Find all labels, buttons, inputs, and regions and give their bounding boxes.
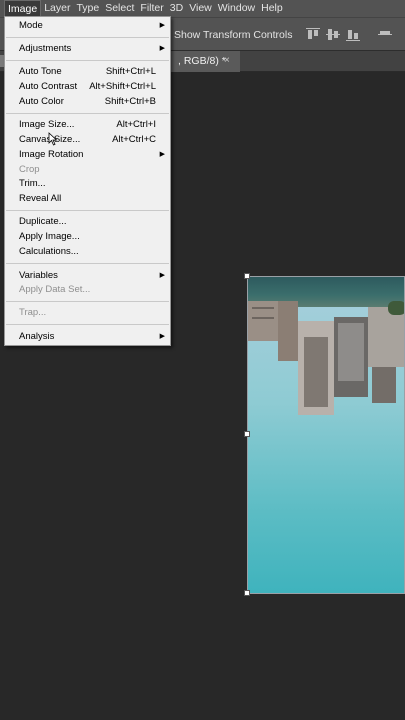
menu-item-label: Duplicate...: [19, 216, 67, 227]
menu-item-crop: Crop: [5, 163, 170, 177]
mouse-cursor-icon: [48, 132, 58, 146]
menu-item-label: Variables: [19, 270, 58, 281]
align-icons-group: [306, 28, 392, 41]
menu-item-shortcut: Alt+Shift+Ctrl+L: [89, 81, 156, 92]
align-bottom-edges-icon[interactable]: [346, 28, 360, 41]
submenu-arrow-icon: ▶: [159, 22, 165, 29]
submenu-arrow-icon: ▶: [159, 272, 165, 279]
menu-item-label: Auto Color: [19, 96, 64, 107]
menu-separator: [6, 324, 169, 325]
menu-item-label: Auto Contrast: [19, 81, 78, 92]
submenu-arrow-icon: ▶: [159, 45, 165, 52]
menu-type[interactable]: Type: [73, 0, 102, 17]
menu-separator: [6, 37, 169, 38]
menu-item-label: Calculations...: [19, 246, 79, 257]
menu-item-label: Apply Image...: [19, 231, 80, 242]
menu-item-shortcut: Alt+Ctrl+I: [116, 119, 156, 130]
menu-separator: [6, 60, 169, 61]
menu-layer[interactable]: Layer: [41, 0, 73, 17]
menu-item-trim[interactable]: Trim...: [5, 177, 170, 191]
menu-item-label: Analysis: [19, 331, 55, 342]
building-shape: [252, 317, 274, 319]
menu-item-auto-tone[interactable]: Auto Tone Shift+Ctrl+L: [5, 65, 170, 79]
menu-item-trap: Trap...: [5, 306, 170, 320]
transform-handle[interactable]: [244, 273, 250, 279]
menu-view[interactable]: View: [186, 0, 215, 17]
menu-item-mode[interactable]: Mode ▶: [5, 19, 170, 33]
menu-separator: [6, 301, 169, 302]
menu-help[interactable]: Help: [258, 0, 286, 17]
transform-handle[interactable]: [244, 431, 250, 437]
menu-item-label: Adjustments: [19, 43, 72, 54]
menu-select[interactable]: Select: [102, 0, 137, 17]
menu-item-image-rotation[interactable]: Image Rotation ▶: [5, 148, 170, 162]
menu-item-shortcut: Alt+Ctrl+C: [112, 134, 156, 145]
building-shape: [372, 367, 396, 403]
menu-item-calculations[interactable]: Calculations...: [5, 245, 170, 259]
menu-item-apply-image[interactable]: Apply Image...: [5, 230, 170, 244]
menu-item-label: Image Size...: [19, 119, 75, 130]
menu-item-label: Mode: [19, 20, 43, 31]
menu-item-apply-data-set: Apply Data Set...: [5, 283, 170, 297]
building-shape: [304, 337, 328, 407]
menu-item-reveal-all[interactable]: Reveal All: [5, 192, 170, 206]
show-transform-controls-label[interactable]: Show Transform Controls: [174, 29, 292, 41]
building-shape: [252, 307, 274, 309]
menu-bar: Image Layer Type Select Filter 3D View W…: [0, 0, 405, 17]
canvas-image[interactable]: [247, 276, 405, 594]
close-tab-icon[interactable]: ×: [224, 55, 230, 66]
menu-item-label: Auto Tone: [19, 66, 62, 77]
submenu-arrow-icon: ▶: [159, 333, 165, 340]
menu-item-analysis[interactable]: Analysis ▶: [5, 330, 170, 344]
menu-item-label: Apply Data Set...: [19, 284, 91, 295]
menu-separator: [6, 210, 169, 211]
menu-item-label: Trap...: [19, 307, 47, 318]
menu-item-auto-contrast[interactable]: Auto Contrast Alt+Shift+Ctrl+L: [5, 80, 170, 94]
menu-item-shortcut: Shift+Ctrl+B: [104, 96, 156, 107]
menu-item-auto-color[interactable]: Auto Color Shift+Ctrl+B: [5, 95, 170, 109]
document-tab-title: , RGB/8) *: [178, 55, 226, 67]
menu-item-canvas-size[interactable]: Canvas Size... Alt+Ctrl+C: [5, 133, 170, 147]
menu-separator: [6, 113, 169, 114]
menu-item-label: Crop: [19, 164, 40, 175]
building-shape: [368, 307, 404, 367]
menu-separator: [6, 263, 169, 264]
menu-item-duplicate[interactable]: Duplicate...: [5, 215, 170, 229]
building-shape: [278, 301, 298, 361]
menu-item-label: Reveal All: [19, 193, 62, 204]
transform-handle[interactable]: [244, 590, 250, 596]
menu-3d[interactable]: 3D: [167, 0, 186, 17]
menu-image[interactable]: Image: [4, 0, 42, 17]
menu-item-image-size[interactable]: Image Size... Alt+Ctrl+I: [5, 118, 170, 132]
submenu-arrow-icon: ▶: [159, 151, 165, 158]
menu-item-adjustments[interactable]: Adjustments ▶: [5, 42, 170, 56]
menu-filter[interactable]: Filter: [137, 0, 166, 17]
align-top-edges-icon[interactable]: [306, 28, 320, 41]
distribute-icon[interactable]: [378, 28, 392, 41]
image-menu-dropdown: Mode ▶ Adjustments ▶ Auto Tone Shift+Ctr…: [4, 16, 171, 346]
menu-item-shortcut: Shift+Ctrl+L: [105, 66, 156, 77]
menu-item-label: Trim...: [19, 178, 46, 189]
menu-window[interactable]: Window: [215, 0, 258, 17]
menu-item-label: Image Rotation: [19, 149, 84, 160]
building-shape: [338, 323, 364, 381]
tree-shape: [388, 301, 404, 315]
align-vertical-centers-icon[interactable]: [326, 28, 340, 41]
menu-item-variables[interactable]: Variables ▶: [5, 269, 170, 283]
